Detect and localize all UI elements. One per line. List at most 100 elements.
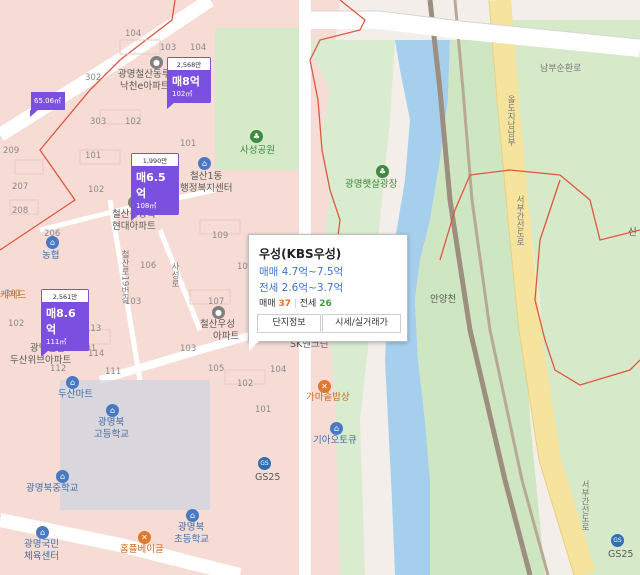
marker-tail xyxy=(41,350,49,357)
bldg-num: 106 xyxy=(140,261,157,271)
popup-jeonse-label: 전세 xyxy=(299,299,317,309)
label-sasung-park: 사성공원 xyxy=(240,145,275,156)
label-nakcheon-apt: 낙천e아파트 xyxy=(120,81,170,92)
label-gs25: GS25 xyxy=(255,472,281,483)
complex-info-button[interactable]: 단지정보 xyxy=(257,314,321,333)
label-gamasot: 가마솥밥상 xyxy=(306,392,350,403)
poi-apt-icon[interactable]: ● xyxy=(212,306,225,319)
marker-body: 65.06㎡ xyxy=(31,92,65,110)
marker-price-per-area: 1,990만 xyxy=(132,154,178,166)
marker-tail xyxy=(167,102,175,109)
popup-sale-count: 37 xyxy=(278,299,291,309)
label-gm-high-2: 고등학교 xyxy=(94,429,129,440)
poi-gs25-icon[interactable]: GS xyxy=(611,534,624,547)
marker-area: 111㎡ xyxy=(46,338,67,346)
poi-restaurant-icon[interactable]: ✕ xyxy=(318,380,331,393)
label-gs25-b: GS25 xyxy=(608,549,634,560)
poi-school-icon[interactable]: ⌂ xyxy=(106,404,119,417)
label-gm-elem-2: 초등학교 xyxy=(174,534,209,545)
bldg-num: 207 xyxy=(12,182,29,192)
marker-price: 매8.6억 xyxy=(46,307,76,336)
poi-park-icon[interactable]: ♣ xyxy=(376,165,389,178)
bldg-num: 104 xyxy=(190,43,207,53)
label-kia: 기아오토큐 xyxy=(313,435,357,446)
label-dongbu-apt: 광명철산동루 xyxy=(118,69,171,80)
popup-jeonse-range: 전세 2.6억~3.7억 xyxy=(259,282,344,294)
road-nambu: 남부순환로 xyxy=(540,64,582,74)
bldg-num: 111 xyxy=(105,367,122,377)
bldg-num: 104 xyxy=(270,365,287,375)
road-saseong-ro: 사성로 xyxy=(169,262,180,288)
bldg-num: 209 xyxy=(3,146,20,156)
poi-car-icon[interactable]: ⌂ xyxy=(330,422,343,435)
popup-counts: 매매 37 | 전세 26 xyxy=(259,296,332,309)
label-gm-citizen: 광명국민 xyxy=(24,539,59,550)
price-marker[interactable]: 2,568만 매8억 102㎡ xyxy=(167,57,211,109)
poi-bakery-icon[interactable]: ✕ xyxy=(138,531,151,544)
label-hyundai-apt-2: 현대아파트 xyxy=(112,221,156,232)
label-woosung-apt-2: 아파트 xyxy=(213,331,240,342)
marker-tail xyxy=(131,214,139,221)
marker-price: 매8억 xyxy=(172,75,200,88)
bldg-num: 102 xyxy=(8,319,25,329)
popup-sale-label: 매매 xyxy=(259,299,276,309)
poi-gym-icon[interactable]: ⌂ xyxy=(36,526,49,539)
label-dusan-mart: 두산마트 xyxy=(58,389,93,400)
bldg-num: 103 xyxy=(160,43,177,53)
bldg-num: 103 xyxy=(180,344,197,354)
popup-jeonse-count: 26 xyxy=(319,299,332,309)
bldg-num: 104 xyxy=(125,29,142,39)
road-dongbu: 올도지남남부 xyxy=(505,95,516,146)
marker-tail xyxy=(30,110,38,117)
marker-area: 108㎡ xyxy=(136,202,157,210)
label-gm-high: 광명북 xyxy=(98,417,125,428)
marker-body: 매6.5억 108㎡ xyxy=(132,166,178,214)
road-seobu-upper: 서부간선도로 xyxy=(514,195,525,246)
label-hongreum: 홈플베이글 xyxy=(120,544,164,555)
road-seobu-lower: 서부간선도로 xyxy=(579,480,590,531)
label-anyangcheon: 안양천 xyxy=(430,294,457,305)
price-history-button[interactable]: 시세/실거래가 xyxy=(322,314,401,333)
poi-gs25-icon[interactable]: GS xyxy=(258,457,271,470)
complex-info-popup[interactable]: 우성(KBS우성) 매매 4.7억~7.5억 전세 2.6억~3.7억 매매 3… xyxy=(248,234,408,351)
marker-price-per-area: 2,561만 xyxy=(42,290,88,302)
bldg-num: 101 xyxy=(255,405,272,415)
label-woosung-apt: 철산우성 xyxy=(200,319,235,330)
poi-center-icon[interactable]: ⌂ xyxy=(198,157,211,170)
price-marker[interactable]: 2,561만 매8.6억 111㎡ xyxy=(41,289,89,357)
poi-apt-icon[interactable]: ● xyxy=(150,56,163,69)
label-gm-citizen-2: 체육센터 xyxy=(24,551,59,562)
poi-nonghyup-icon[interactable]: ⌂ xyxy=(46,236,59,249)
poi-mart-icon[interactable]: ⌂ xyxy=(66,376,79,389)
marker-price-per-area: 2,568만 xyxy=(168,58,210,70)
price-marker[interactable]: 65.06㎡ xyxy=(30,92,65,117)
bldg-num: 101 xyxy=(180,139,197,149)
label-gm-middle: 광명북중학교 xyxy=(26,483,79,494)
marker-body: 매8.6억 111㎡ xyxy=(42,302,88,350)
road-cheolsan-ro: 철산로19번길 xyxy=(119,250,130,304)
label-right-edge: 신 xyxy=(628,227,637,238)
marker-area: 102㎡ xyxy=(172,90,193,98)
label-gm-elem: 광명북 xyxy=(178,522,205,533)
bldg-num: 112 xyxy=(50,364,67,374)
popup-sale-range: 매매 4.7억~7.5억 xyxy=(259,266,344,278)
label-nonghyup: 농협 xyxy=(42,250,60,261)
marker-area: 65.06㎡ xyxy=(34,97,62,105)
popup-tail xyxy=(249,341,259,351)
bldg-num: 302 xyxy=(85,73,102,83)
poi-school-icon[interactable]: ⌂ xyxy=(56,470,69,483)
bldg-num: 102 xyxy=(237,379,254,389)
price-marker[interactable]: 1,990만 매6.5억 108㎡ xyxy=(131,153,179,221)
label-gm-park: 광명햇살광장 xyxy=(345,179,398,190)
poi-school-icon[interactable]: ⌂ xyxy=(186,509,199,522)
label-cheolsan1-center: 철산1동 xyxy=(190,171,223,182)
marker-body: 매8억 102㎡ xyxy=(168,70,210,102)
label-cheolsan1-center-2: 행정복지센터 xyxy=(180,183,233,194)
marker-price: 매6.5억 xyxy=(136,171,166,200)
bldg-num: 109 xyxy=(212,231,229,241)
bldg-num: 301 xyxy=(5,289,22,299)
bldg-num: 303 xyxy=(90,117,107,127)
poi-park-icon[interactable]: ♣ xyxy=(250,130,263,143)
bldg-num: 101 xyxy=(85,151,102,161)
bldg-num: 105 xyxy=(208,364,225,374)
